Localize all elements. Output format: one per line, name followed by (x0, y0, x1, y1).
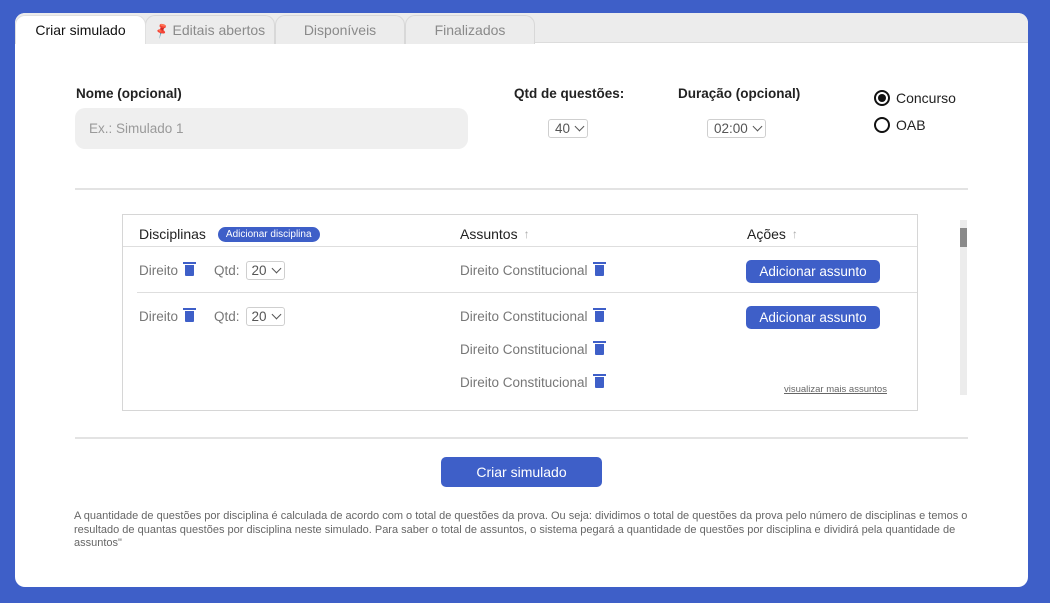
assunto-item: Direito Constitucional (460, 262, 606, 278)
add-assunto-button[interactable]: Adicionar assunto (746, 260, 880, 283)
header-divider (123, 246, 917, 247)
trash-icon[interactable] (183, 308, 197, 322)
qtd-select[interactable]: 40 (548, 119, 589, 138)
simulado-name-input[interactable] (75, 108, 468, 149)
chevron-down-icon (271, 263, 282, 274)
name-label: Nome (opcional) (76, 86, 182, 101)
header-assuntos[interactable]: Assuntos ↑ (460, 226, 530, 242)
qtd-row-select[interactable]: 20 (245, 307, 285, 326)
sort-up-icon: ↑ (523, 227, 530, 241)
sort-up-icon: ↑ (791, 227, 798, 241)
trash-icon[interactable] (592, 374, 606, 388)
assunto-item: Direito Constitucional (460, 341, 606, 357)
disciplinas-table: Disciplinas Adicionar disciplina Assunto… (122, 214, 918, 411)
qtd-row-select[interactable]: 20 (245, 261, 285, 280)
radio-oab[interactable]: OAB (874, 117, 926, 133)
duration-label: Duração (opcional) (678, 86, 801, 101)
duration-select[interactable]: 02:00 (707, 119, 766, 138)
pin-icon: 📌 (153, 21, 171, 40)
radio-concurso[interactable]: Concurso (874, 90, 956, 106)
tab-criar-simulado[interactable]: Criar simulado (15, 15, 146, 44)
add-assunto-button[interactable]: Adicionar assunto (746, 306, 880, 329)
tab-finalizados[interactable]: Finalizados (405, 15, 535, 44)
table-row-disciplina: Direito Qtd: 20 (139, 261, 285, 280)
table-row-disciplina: Direito Qtd: 20 (139, 307, 285, 326)
radio-selected-icon (874, 90, 890, 106)
chevron-down-icon (752, 121, 763, 132)
add-disciplina-button[interactable]: Adicionar disciplina (217, 226, 320, 242)
tab-editais-abertos[interactable]: 📌 Editais abertos (145, 15, 275, 44)
divider-top (75, 188, 968, 190)
main-card: Finalizados Disponíveis 📌 Editais aberto… (15, 13, 1028, 587)
trash-icon[interactable] (183, 262, 197, 276)
criar-simulado-button[interactable]: Criar simulado (441, 457, 602, 487)
header-disciplinas: Disciplinas Adicionar disciplina (139, 226, 320, 242)
divider-bottom (75, 437, 968, 439)
header-acoes[interactable]: Ações ↑ (747, 226, 798, 242)
assunto-item: Direito Constitucional (460, 374, 606, 390)
qtd-label: Qtd de questões: (514, 86, 625, 101)
radio-unselected-icon (874, 117, 890, 133)
footnote-text: A quantidade de questões por disciplina … (74, 510, 968, 549)
chevron-down-icon (574, 121, 585, 132)
tab-bar: Finalizados Disponíveis 📌 Editais aberto… (15, 13, 1028, 44)
scrollbar-thumb[interactable] (960, 228, 967, 247)
chevron-down-icon (271, 309, 282, 320)
trash-icon[interactable] (592, 262, 606, 276)
trash-icon[interactable] (592, 341, 606, 355)
trash-icon[interactable] (592, 308, 606, 322)
view-more-assuntos-link[interactable]: visualizar mais assuntos (784, 384, 887, 395)
assunto-item: Direito Constitucional (460, 308, 606, 324)
tab-disponiveis[interactable]: Disponíveis (275, 15, 405, 44)
row-divider (137, 292, 917, 293)
